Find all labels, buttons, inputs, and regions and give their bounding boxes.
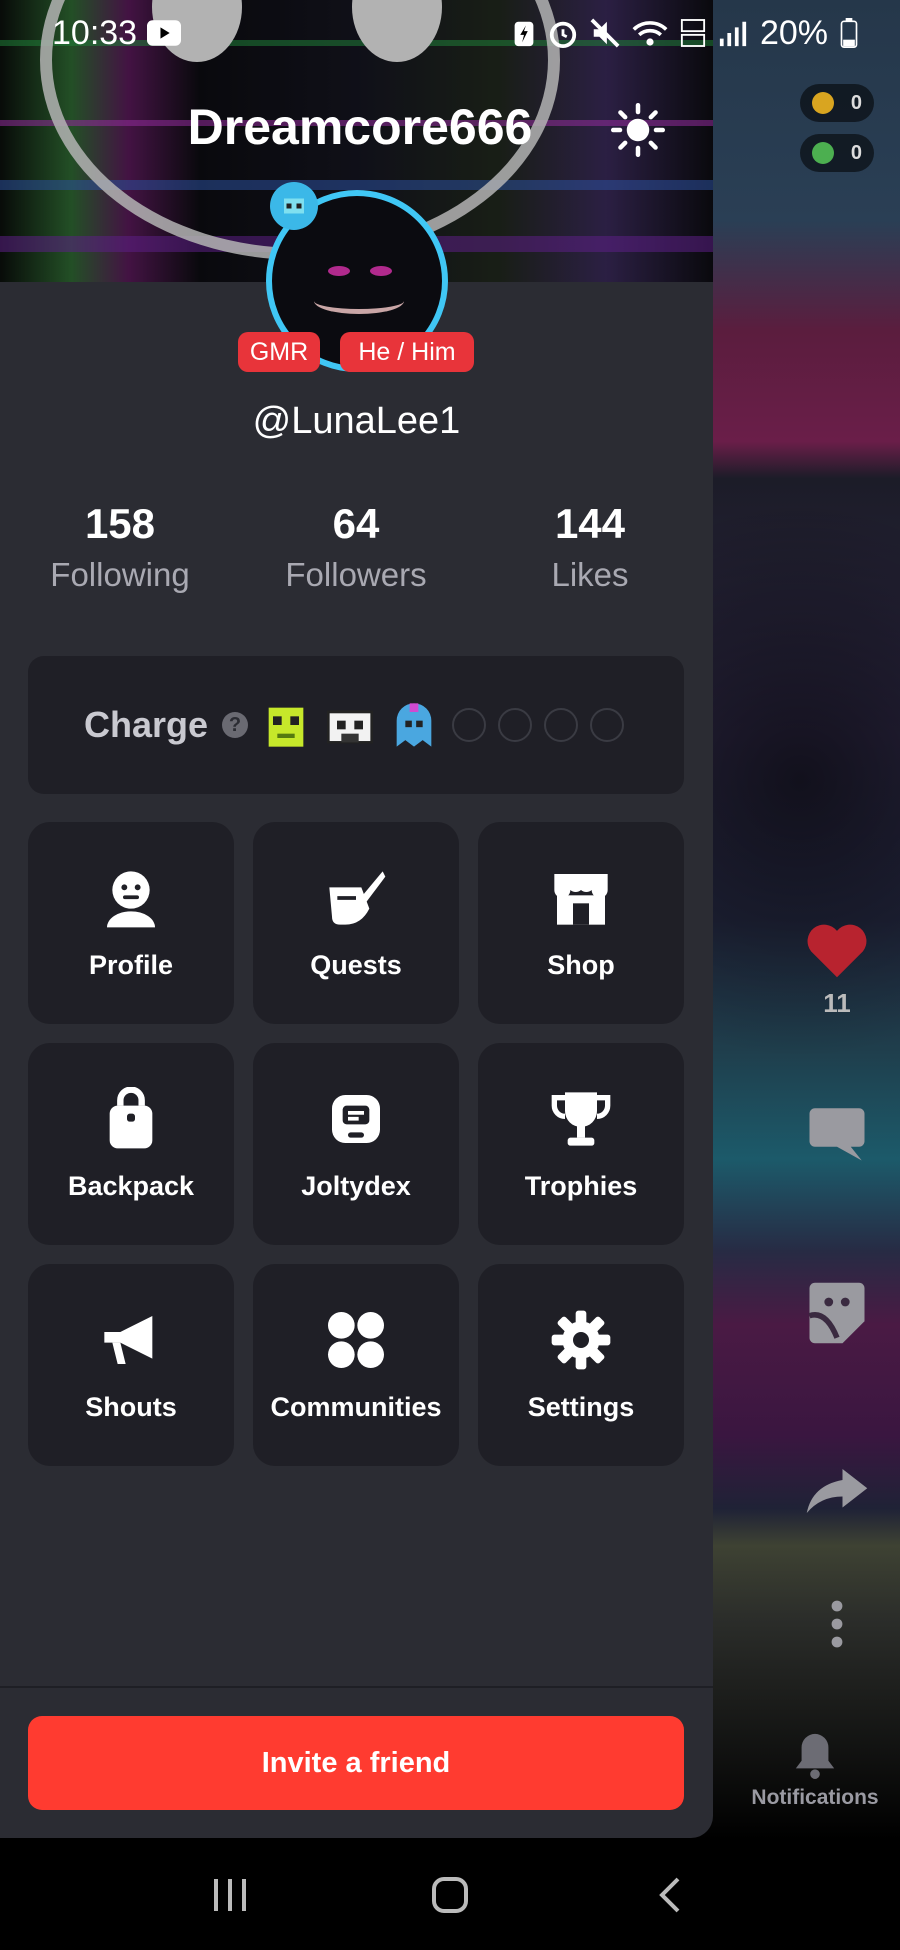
menu-quests[interactable]: Quests	[253, 822, 459, 1024]
menu-trophies-label: Trophies	[524, 1170, 638, 1201]
gear-icon	[551, 1310, 611, 1369]
menu-quests-label: Quests	[310, 949, 402, 980]
share-button[interactable]	[800, 1466, 874, 1516]
banner-username: Dreamcore666	[187, 99, 533, 155]
wifi-icon	[632, 21, 668, 46]
sun-icon	[611, 103, 665, 157]
notifications-label: Notifications	[751, 1786, 879, 1809]
bell-icon	[795, 1733, 835, 1779]
menu-settings-label: Settings	[527, 1391, 635, 1422]
coin-counter-gold[interactable]: 0	[800, 84, 874, 122]
more-vertical-icon	[831, 1600, 843, 1648]
like-button[interactable]: 11	[800, 920, 874, 1019]
green-gem-icon	[812, 142, 834, 164]
empty-charge-slot	[498, 708, 533, 742]
charge-panel[interactable]: Charge ?	[28, 656, 684, 794]
like-count: 11	[823, 988, 851, 1018]
trophy-icon	[551, 1091, 611, 1146]
sticker-button[interactable]	[800, 1276, 874, 1350]
ghost-pet-icon	[396, 703, 432, 747]
communities-icon	[328, 1311, 384, 1368]
sticker-icon	[808, 1282, 865, 1344]
recent-apps-button[interactable]	[190, 1865, 270, 1925]
likes-label: Likes	[551, 556, 629, 593]
volte-icon	[680, 19, 706, 47]
status-time: 10:33	[52, 13, 138, 52]
menu-shop[interactable]: Shop	[478, 822, 684, 1024]
menu-trophies[interactable]: Trophies	[478, 1043, 684, 1245]
heart-icon	[807, 924, 867, 978]
quests-icon	[329, 870, 386, 925]
comment-icon	[809, 1108, 865, 1161]
menu-backpack-label: Backpack	[67, 1170, 195, 1201]
menu-shop-label: Shop	[547, 949, 615, 980]
stat-followers[interactable]: 64 Followers	[256, 500, 456, 594]
empty-charge-slot	[544, 708, 579, 742]
gold-coin-icon	[812, 92, 834, 114]
battery-icon	[840, 18, 858, 48]
followers-label: Followers	[285, 556, 427, 593]
profile-icon	[107, 870, 155, 927]
menu-profile[interactable]: Profile	[28, 822, 234, 1024]
charge-label: Charge	[84, 704, 209, 745]
menu-settings[interactable]: Settings	[478, 1264, 684, 1466]
menu-profile-label: Profile	[88, 949, 174, 980]
empty-charge-slot	[452, 708, 487, 742]
frog-pet-icon	[268, 707, 304, 747]
comment-button[interactable]	[800, 1100, 874, 1166]
joltydex-icon	[332, 1094, 380, 1143]
menu-backpack[interactable]: Backpack	[28, 1043, 234, 1245]
back-button[interactable]	[630, 1865, 710, 1925]
menu-communities[interactable]: Communities	[253, 1264, 459, 1466]
stat-likes[interactable]: 144 Likes	[490, 500, 690, 594]
following-label: Following	[50, 556, 190, 593]
avatar-pet-badge-icon	[270, 182, 318, 230]
megaphone-icon	[104, 1315, 153, 1364]
green-coin-value: 0	[850, 141, 862, 164]
alarm-icon	[549, 21, 577, 48]
help-icon[interactable]: ?	[222, 712, 249, 738]
tag-gmr: GMR	[238, 332, 320, 372]
battery-saver-icon	[514, 21, 534, 47]
battery-percent: 20%	[759, 13, 828, 52]
more-options-button[interactable]	[800, 1600, 874, 1648]
invite-friend-button[interactable]: Invite a friend	[28, 1716, 684, 1810]
menu-joltydex[interactable]: Joltydex	[253, 1043, 459, 1245]
home-button[interactable]	[410, 1865, 490, 1925]
user-handle: @LunaLee1	[252, 400, 461, 442]
back-icon	[659, 1877, 680, 1913]
shop-icon	[554, 873, 608, 925]
home-icon	[432, 1877, 468, 1913]
notifications-tab[interactable]: Notifications	[730, 1730, 900, 1810]
youtube-icon	[147, 20, 182, 46]
profile-drawer: Dreamcore666 GMR He / Him @LunaLee1 158 …	[0, 0, 713, 1838]
stat-following[interactable]: 158 Following	[20, 500, 220, 594]
menu-shouts-label: Shouts	[85, 1391, 177, 1422]
cow-pet-icon	[327, 710, 373, 744]
theme-toggle-button[interactable]	[610, 102, 666, 158]
menu-joltydex-label: Joltydex	[301, 1170, 411, 1201]
menu-communities-label: Communities	[270, 1391, 442, 1422]
signal-icon	[719, 21, 747, 47]
divider	[0, 1686, 713, 1688]
coin-counter-green[interactable]: 0	[800, 134, 874, 172]
tag-pronouns: He / Him	[340, 332, 474, 372]
mute-icon	[590, 18, 620, 48]
gold-coin-value: 0	[850, 91, 862, 114]
following-count: 158	[84, 500, 156, 547]
system-navigation-bar	[0, 1840, 900, 1950]
followers-count: 64	[332, 500, 380, 547]
menu-shouts[interactable]: Shouts	[28, 1264, 234, 1466]
empty-charge-slot	[590, 708, 625, 742]
recents-icon	[214, 1879, 246, 1911]
backpack-icon	[109, 1086, 153, 1148]
status-bar: 10:33 20%	[0, 0, 900, 66]
share-icon	[806, 1469, 868, 1513]
likes-count: 144	[554, 500, 626, 547]
